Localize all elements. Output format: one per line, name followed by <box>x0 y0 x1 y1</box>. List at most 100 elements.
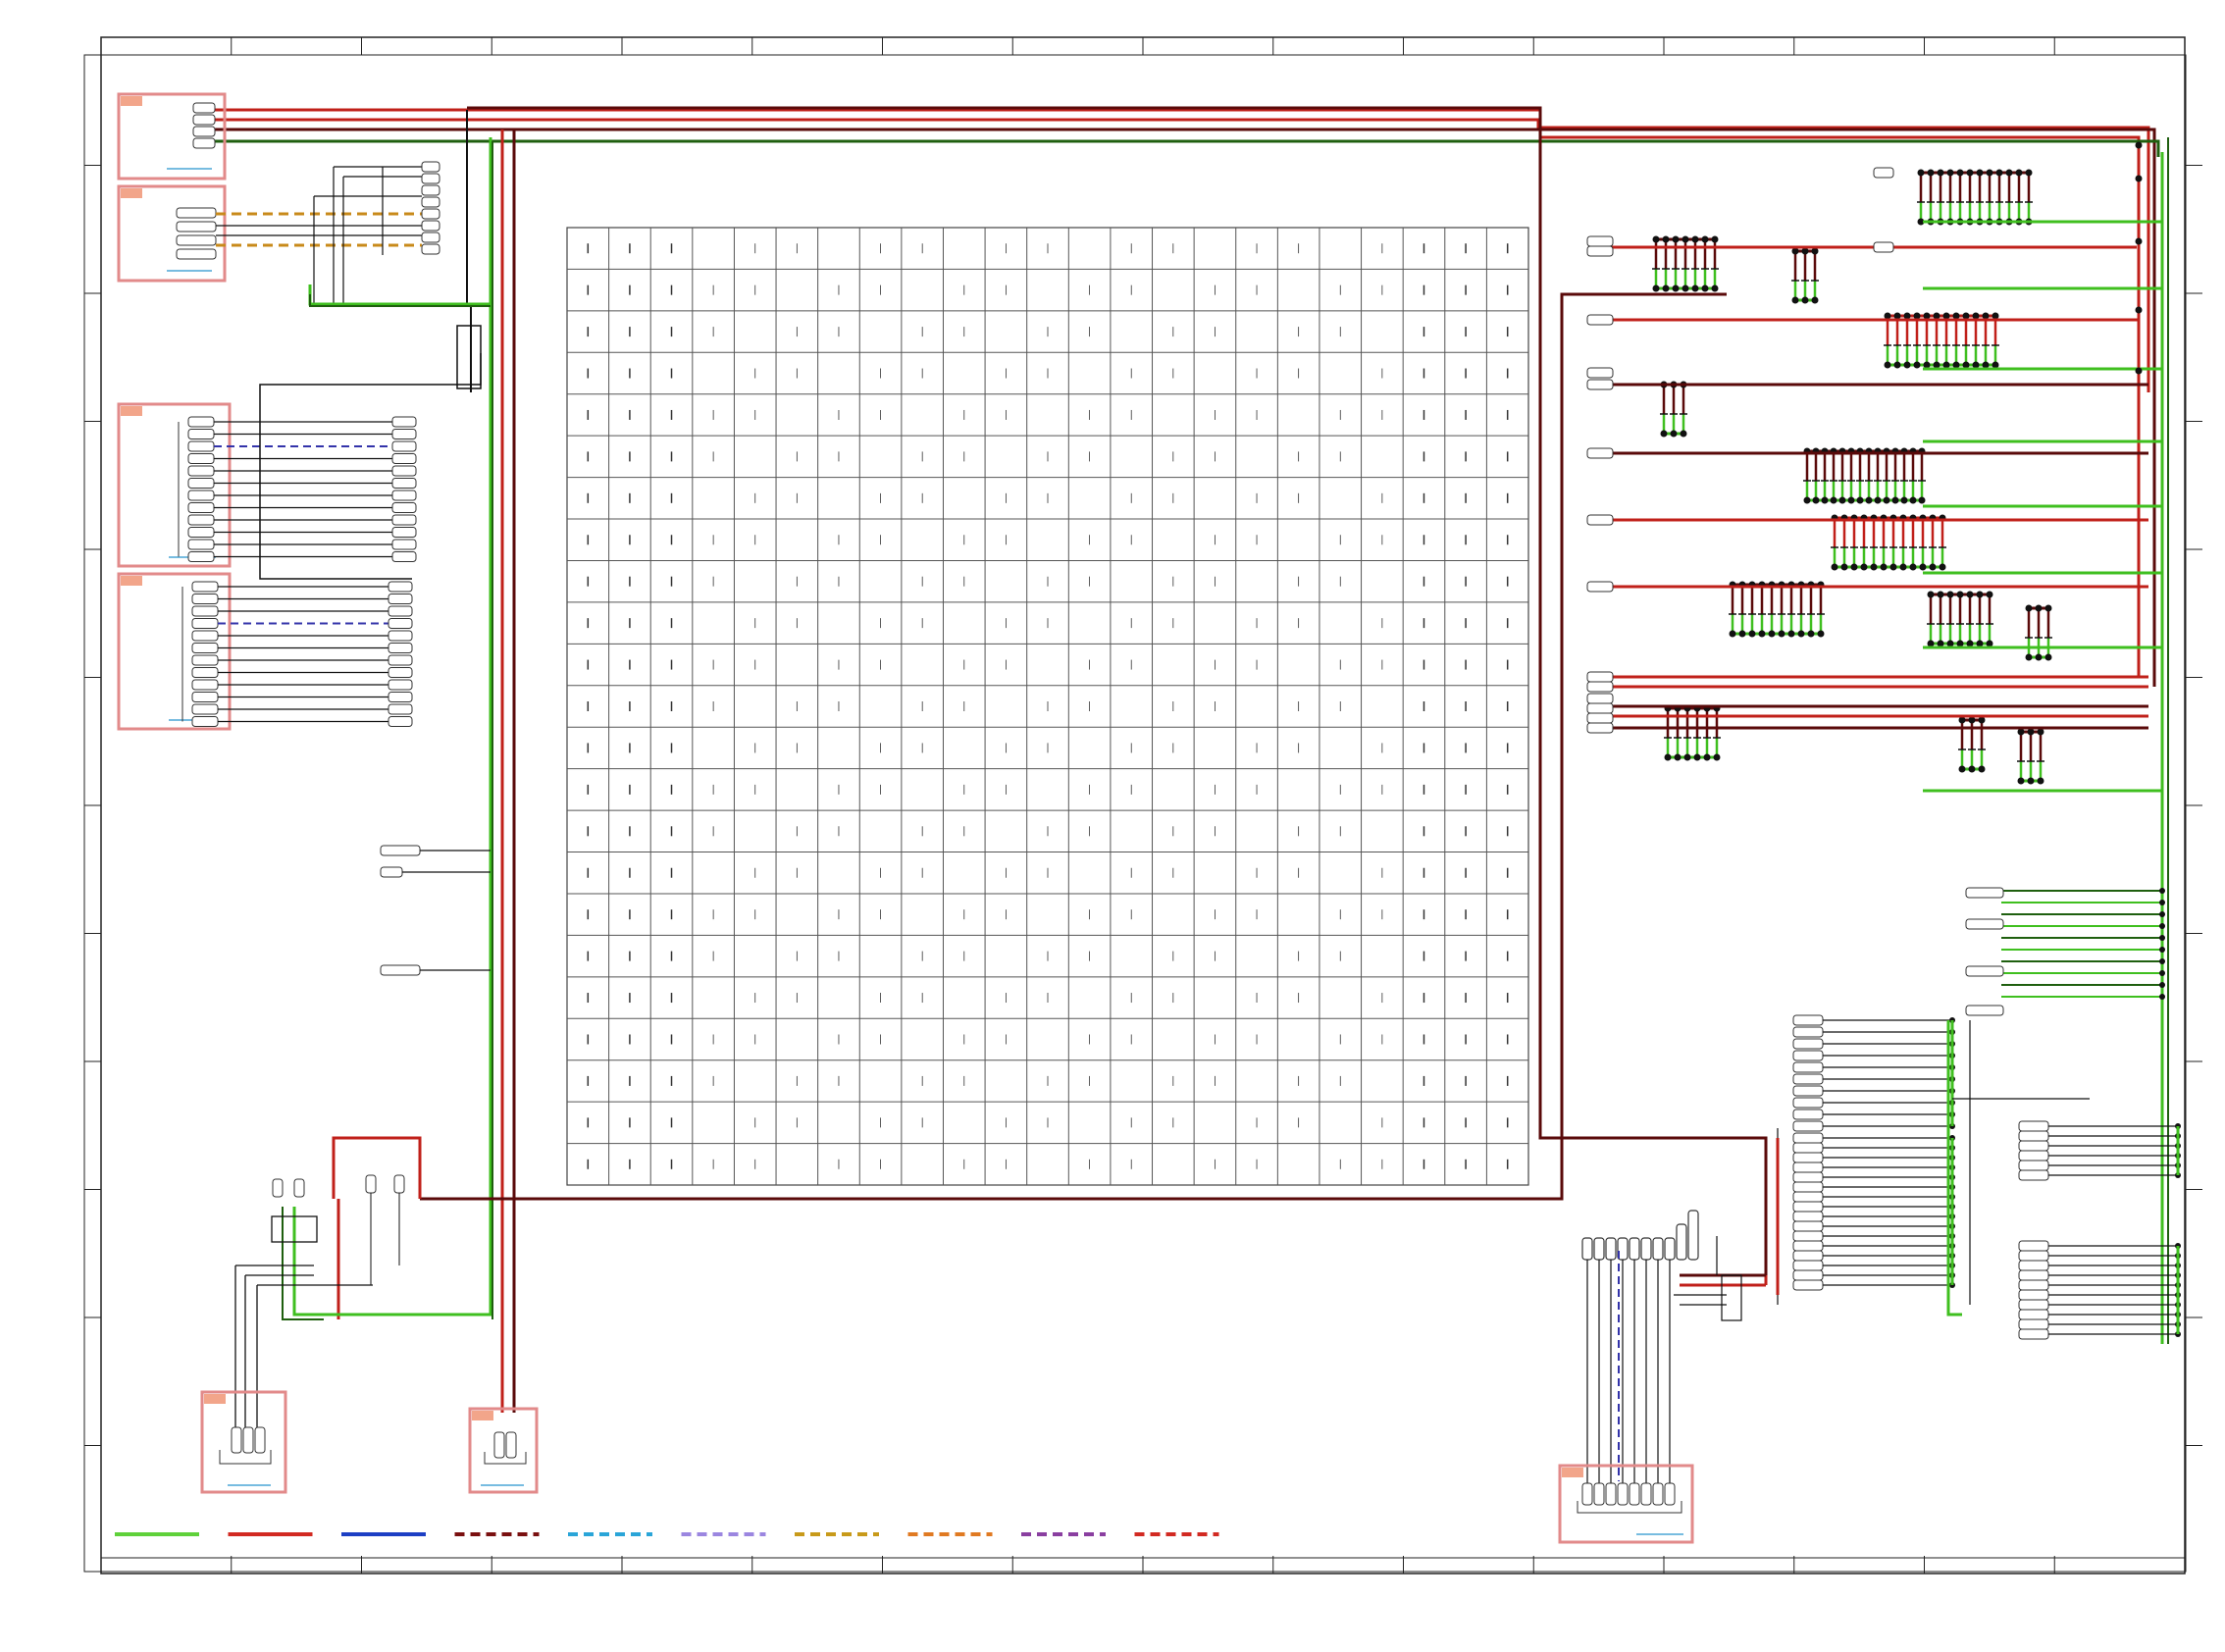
pin-terminal[interactable] <box>391 527 417 538</box>
pin-terminal[interactable] <box>391 465 417 477</box>
left-sense-plugs[interactable] <box>380 845 491 976</box>
fanout-pin[interactable] <box>1581 1237 1593 1261</box>
pin-terminal[interactable] <box>191 716 219 727</box>
plug-terminal[interactable] <box>1586 681 1614 693</box>
pin-terminal[interactable] <box>388 679 413 691</box>
plug-terminal[interactable] <box>1586 314 1614 326</box>
pin-terminal[interactable] <box>2018 1160 2049 1171</box>
pin-terminal[interactable] <box>2018 1250 2049 1262</box>
pin-terminal[interactable] <box>1792 1132 1824 1144</box>
plug-terminal[interactable] <box>1586 245 1614 257</box>
pin-terminal[interactable] <box>1792 1097 1824 1109</box>
pin-terminal[interactable] <box>1605 1482 1617 1506</box>
pin-terminal[interactable] <box>2018 1289 2049 1301</box>
pin-terminal[interactable] <box>187 527 215 538</box>
pin-terminal[interactable] <box>391 551 417 562</box>
pin-terminal[interactable] <box>1629 1482 1640 1506</box>
pin-terminal[interactable] <box>1664 1482 1676 1506</box>
pin-terminal[interactable] <box>388 654 413 666</box>
pin-terminal[interactable] <box>1792 1120 1824 1132</box>
pin-terminal[interactable] <box>191 692 219 702</box>
connector-c1[interactable] <box>117 92 227 181</box>
pin-terminal[interactable] <box>2018 1328 2049 1340</box>
pin-terminal[interactable] <box>191 618 219 629</box>
connector-c4[interactable] <box>117 572 413 731</box>
pin-terminal[interactable] <box>191 605 219 617</box>
pin-terminal[interactable] <box>1792 1250 1824 1262</box>
pin-terminal[interactable] <box>1792 1085 1824 1097</box>
pin-terminal[interactable] <box>2018 1169 2049 1181</box>
pin-terminal[interactable] <box>391 514 417 526</box>
pin-terminal[interactable] <box>1792 1014 1824 1026</box>
fanout-pin[interactable] <box>1593 1237 1605 1261</box>
pin-terminal[interactable] <box>191 594 219 604</box>
pin-terminal[interactable] <box>391 416 417 428</box>
pin-terminal[interactable] <box>2018 1299 2049 1311</box>
pin-terminal[interactable] <box>1792 1260 1824 1271</box>
pin-terminal[interactable] <box>1792 1211 1824 1222</box>
pin-terminal[interactable] <box>1581 1482 1593 1506</box>
pin-terminal[interactable] <box>191 630 219 642</box>
connector-c5[interactable] <box>200 1390 287 1494</box>
pin-terminal[interactable] <box>388 643 413 653</box>
pin-terminal[interactable] <box>2018 1309 2049 1320</box>
pin-terminal[interactable] <box>391 453 417 464</box>
pin-terminal[interactable] <box>187 539 215 550</box>
pin-terminal[interactable] <box>1792 1152 1824 1163</box>
fanout-pin[interactable] <box>1629 1237 1640 1261</box>
pin-terminal[interactable] <box>187 416 215 428</box>
pin-terminal[interactable] <box>1792 1142 1824 1154</box>
connector-c6[interactable] <box>468 1407 539 1494</box>
pin-terminal[interactable] <box>388 630 413 642</box>
plug-terminal[interactable] <box>1586 722 1614 734</box>
pin-terminal[interactable] <box>191 581 219 593</box>
pin-terminal[interactable] <box>2018 1269 2049 1281</box>
pin-terminal[interactable] <box>388 605 413 617</box>
pin-terminal[interactable] <box>1792 1269 1824 1281</box>
pin-terminal[interactable] <box>2018 1130 2049 1142</box>
pin-terminal[interactable] <box>1792 1109 1824 1120</box>
plug-terminal[interactable] <box>1586 514 1614 526</box>
fanout-pin[interactable] <box>1664 1237 1676 1261</box>
plug-terminal[interactable] <box>1586 447 1614 459</box>
pin-terminal[interactable] <box>187 440 215 452</box>
pin-terminal[interactable] <box>2018 1240 2049 1252</box>
plug-terminal[interactable] <box>1965 887 2004 899</box>
pin-terminal[interactable] <box>2018 1140 2049 1152</box>
pin-terminal[interactable] <box>2018 1279 2049 1291</box>
pin-terminal[interactable] <box>1792 1171 1824 1183</box>
pin-terminal[interactable] <box>1792 1073 1824 1085</box>
pin-terminal[interactable] <box>1792 1220 1824 1232</box>
plug-terminal[interactable] <box>1873 241 1894 253</box>
plug-terminal[interactable] <box>1586 712 1614 724</box>
pin-terminal[interactable] <box>391 490 417 501</box>
pin-terminal[interactable] <box>187 453 215 464</box>
plug-terminal[interactable] <box>1586 379 1614 390</box>
fanout-pin[interactable] <box>1676 1223 1687 1261</box>
pin-terminal[interactable] <box>187 465 215 477</box>
pin-terminal[interactable] <box>1792 1038 1824 1050</box>
plug-terminal[interactable] <box>1586 235 1614 247</box>
pin-terminal[interactable] <box>391 539 417 550</box>
connector-c7[interactable] <box>1558 1464 1694 1544</box>
pin-terminal[interactable] <box>1792 1162 1824 1173</box>
pin-terminal[interactable] <box>187 429 215 439</box>
pin-terminal[interactable] <box>187 514 215 526</box>
pin-terminal[interactable] <box>1640 1482 1652 1506</box>
pin-terminal[interactable] <box>388 594 413 604</box>
pin-terminal[interactable] <box>1792 1181 1824 1193</box>
pin-terminal[interactable] <box>2018 1260 2049 1271</box>
pin-terminal[interactable] <box>1792 1050 1824 1061</box>
connector-c2[interactable] <box>117 161 491 307</box>
pin-terminal[interactable] <box>391 478 417 489</box>
pin-terminal[interactable] <box>391 429 417 439</box>
pin-terminal[interactable] <box>1792 1201 1824 1213</box>
fanout-pin[interactable] <box>1687 1210 1699 1261</box>
plug-terminal[interactable] <box>1965 1005 2004 1016</box>
pin-terminal[interactable] <box>187 490 215 501</box>
plug-terminal[interactable] <box>1965 965 2004 977</box>
pin-terminal[interactable] <box>388 716 413 727</box>
connector-c3[interactable] <box>117 402 417 568</box>
pin-terminal[interactable] <box>1792 1191 1824 1203</box>
pin-terminal[interactable] <box>2018 1318 2049 1330</box>
